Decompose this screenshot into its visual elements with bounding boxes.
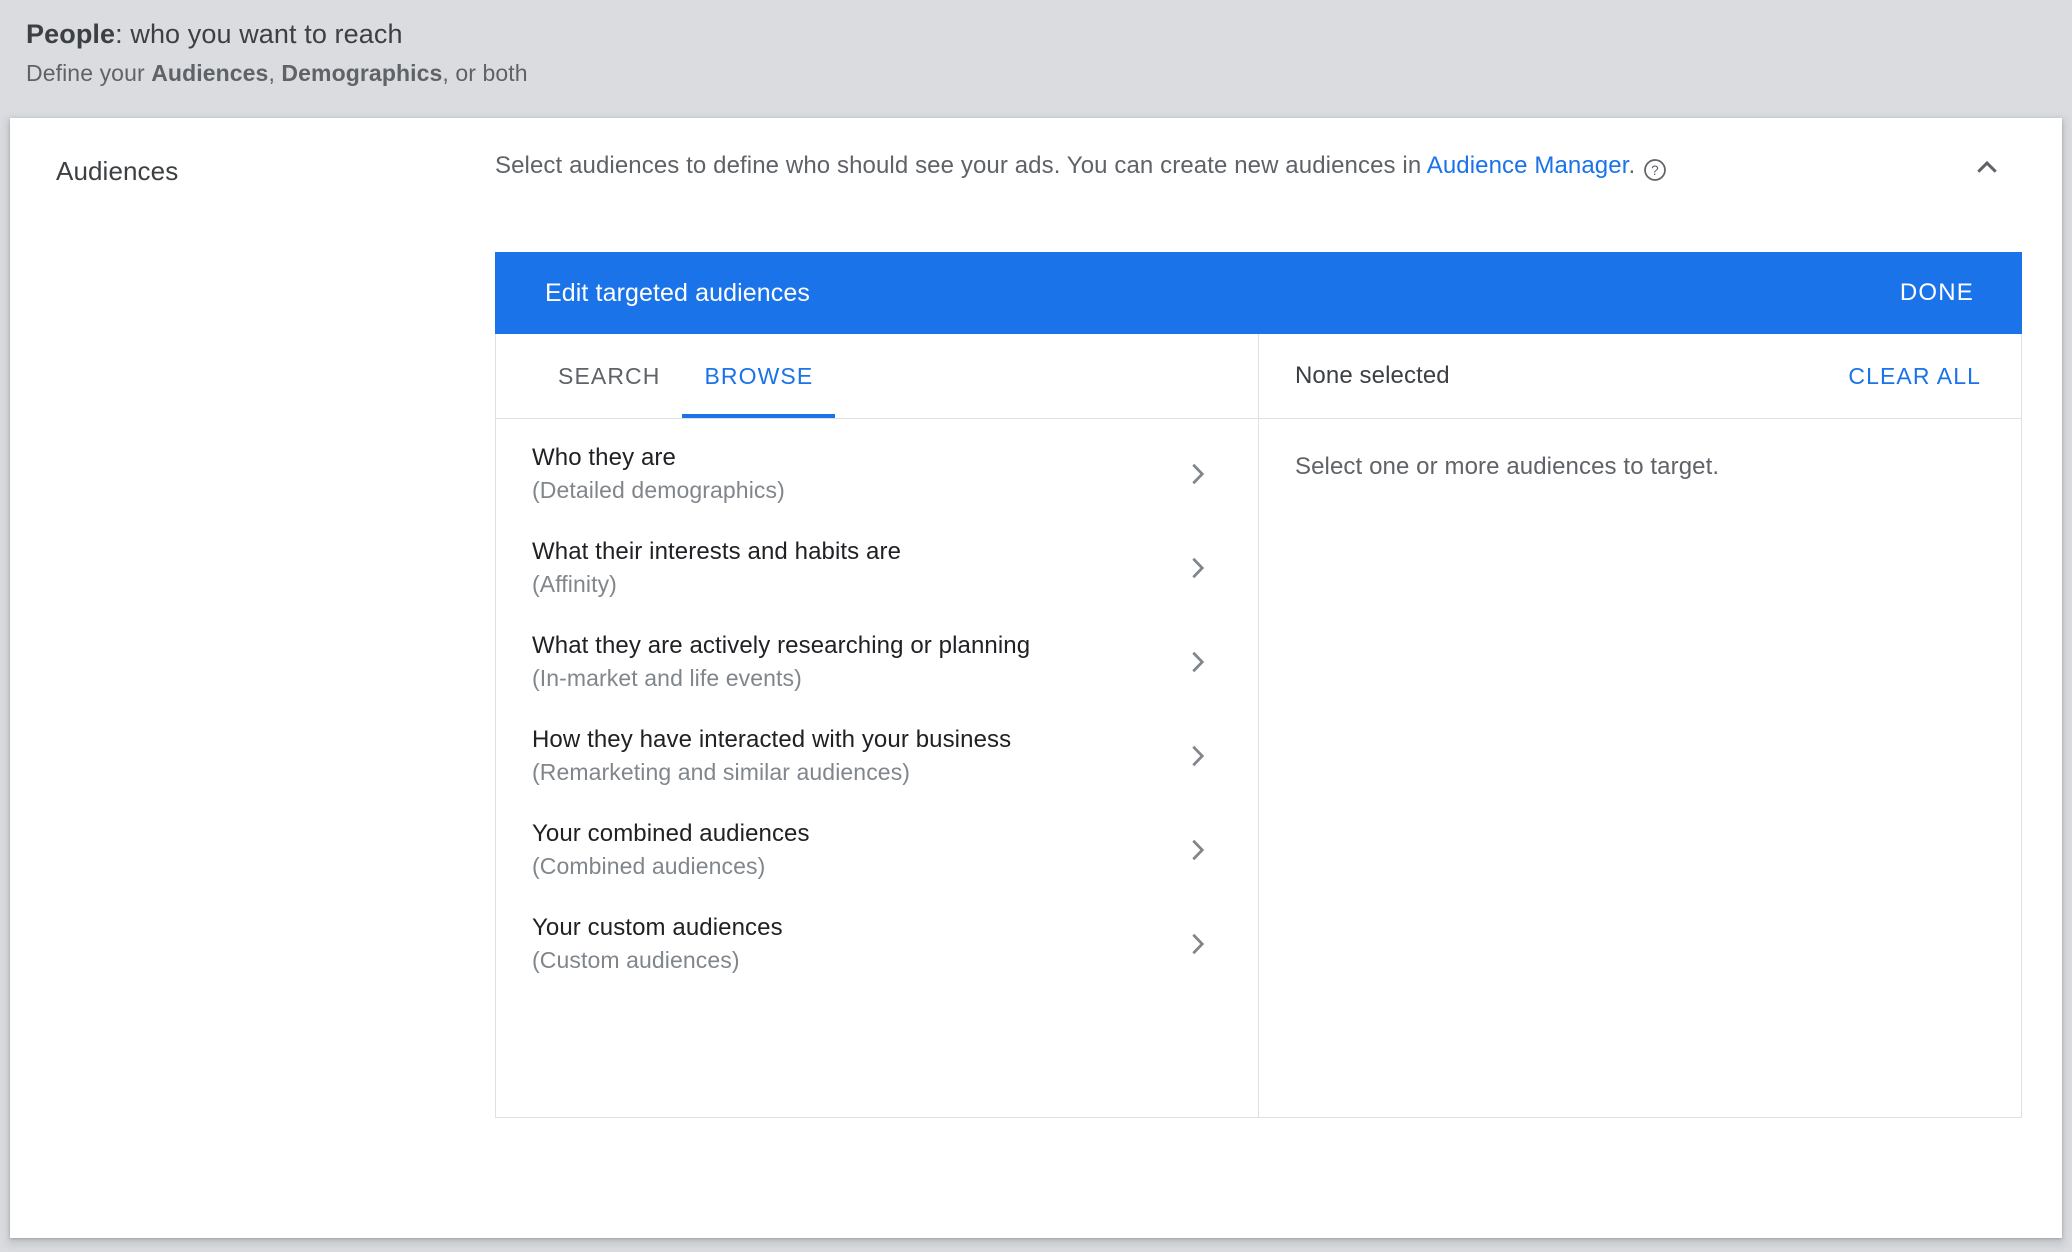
browse-row-title: What they are actively researching or pl… [532, 632, 1031, 659]
browse-row-text: Your combined audiences (Combined audien… [532, 818, 810, 882]
audience-picker-right-pane: None selected CLEAR ALL Select one or mo… [1259, 334, 2021, 1117]
edit-audiences-dialog-bar: Edit targeted audiences DONE [495, 252, 2022, 334]
page-title-emphasis: People [26, 19, 116, 49]
section-description-period: . [1628, 152, 1636, 179]
browse-row-subtitle: (In-market and life events) [532, 665, 802, 691]
browse-row-text: Who they are (Detailed demographics) [532, 442, 785, 506]
page-subtitle-suffix: , or both [442, 60, 528, 86]
browse-row-text: What they are actively researching or pl… [532, 630, 1030, 694]
chevron-right-icon [1178, 459, 1218, 489]
browse-row-actively-researching[interactable]: What they are actively researching or pl… [496, 615, 1258, 709]
section-label-audiences: Audiences [56, 156, 179, 186]
chevron-right-icon [1178, 647, 1218, 677]
browse-row-title: Who they are [532, 444, 676, 471]
selection-empty-message: Select one or more audiences to target. [1295, 453, 1720, 480]
browse-row-combined-audiences[interactable]: Your combined audiences (Combined audien… [496, 803, 1258, 897]
browse-row-subtitle: (Affinity) [532, 571, 617, 597]
section-description-text: Select audiences to define who should se… [495, 152, 1427, 179]
selection-header: None selected CLEAR ALL [1259, 334, 2021, 419]
tab-search[interactable]: SEARCH [536, 334, 682, 418]
audience-picker-left-pane: SEARCH BROWSE Who they are (Detailed dem… [496, 334, 1259, 1117]
page-subtitle-emphasis-audiences: Audiences [151, 60, 269, 86]
browse-row-subtitle: (Detailed demographics) [532, 477, 785, 503]
browse-row-title: Your combined audiences [532, 820, 810, 847]
browse-category-list: Who they are (Detailed demographics) Wha… [496, 419, 1258, 1117]
selection-status: None selected [1295, 362, 1450, 389]
picker-tabs: SEARCH BROWSE [496, 334, 1258, 419]
collapse-section-button[interactable] [1964, 144, 2010, 190]
page-header: People: who you want to reach Define you… [0, 0, 2072, 118]
page-subtitle-separator: , [268, 60, 282, 86]
browse-row-interacted-with-business[interactable]: How they have interacted with your busin… [496, 709, 1258, 803]
tab-browse[interactable]: BROWSE [682, 334, 836, 418]
dialog-title: Edit targeted audiences [545, 278, 810, 307]
section-description: Select audiences to define who should se… [495, 148, 1925, 184]
browse-row-text: What their interests and habits are (Aff… [532, 536, 901, 600]
browse-row-interests-and-habits[interactable]: What their interests and habits are (Aff… [496, 521, 1258, 615]
browse-row-text: How they have interacted with your busin… [532, 724, 1011, 788]
clear-all-button[interactable]: CLEAR ALL [1848, 363, 1981, 390]
page-title-rest: : who you want to reach [115, 19, 403, 49]
svg-text:?: ? [1651, 163, 1659, 178]
page-subtitle: Define your Audiences, Demographics, or … [26, 56, 2072, 90]
page-subtitle-emphasis-demographics: Demographics [281, 60, 443, 86]
help-circle-icon[interactable]: ? [1642, 157, 1668, 183]
audience-manager-link[interactable]: Audience Manager [1427, 152, 1629, 179]
browse-row-title: Your custom audiences [532, 914, 783, 941]
browse-row-who-they-are[interactable]: Who they are (Detailed demographics) [496, 427, 1258, 521]
browse-row-subtitle: (Combined audiences) [532, 853, 766, 879]
browse-row-custom-audiences[interactable]: Your custom audiences (Custom audiences) [496, 897, 1258, 991]
audiences-card-header: Audiences Select audiences to define who… [10, 118, 2062, 218]
browse-row-subtitle: (Custom audiences) [532, 947, 740, 973]
selection-empty-state: Select one or more audiences to target. [1259, 419, 2021, 1117]
browse-row-subtitle: (Remarketing and similar audiences) [532, 759, 911, 785]
chevron-right-icon [1178, 553, 1218, 583]
done-button[interactable]: DONE [1886, 271, 1988, 315]
audiences-card: Audiences Select audiences to define who… [10, 118, 2062, 1238]
browse-row-text: Your custom audiences (Custom audiences) [532, 912, 783, 976]
chevron-up-icon [1977, 160, 1997, 173]
browse-row-title: What their interests and habits are [532, 538, 902, 565]
chevron-right-icon [1178, 741, 1218, 771]
page-subtitle-prefix: Define your [26, 60, 152, 86]
audience-picker: SEARCH BROWSE Who they are (Detailed dem… [495, 334, 2022, 1118]
page-title: People: who you want to reach [26, 16, 2072, 52]
browse-row-title: How they have interacted with your busin… [532, 726, 1012, 753]
chevron-right-icon [1178, 929, 1218, 959]
chevron-right-icon [1178, 835, 1218, 865]
